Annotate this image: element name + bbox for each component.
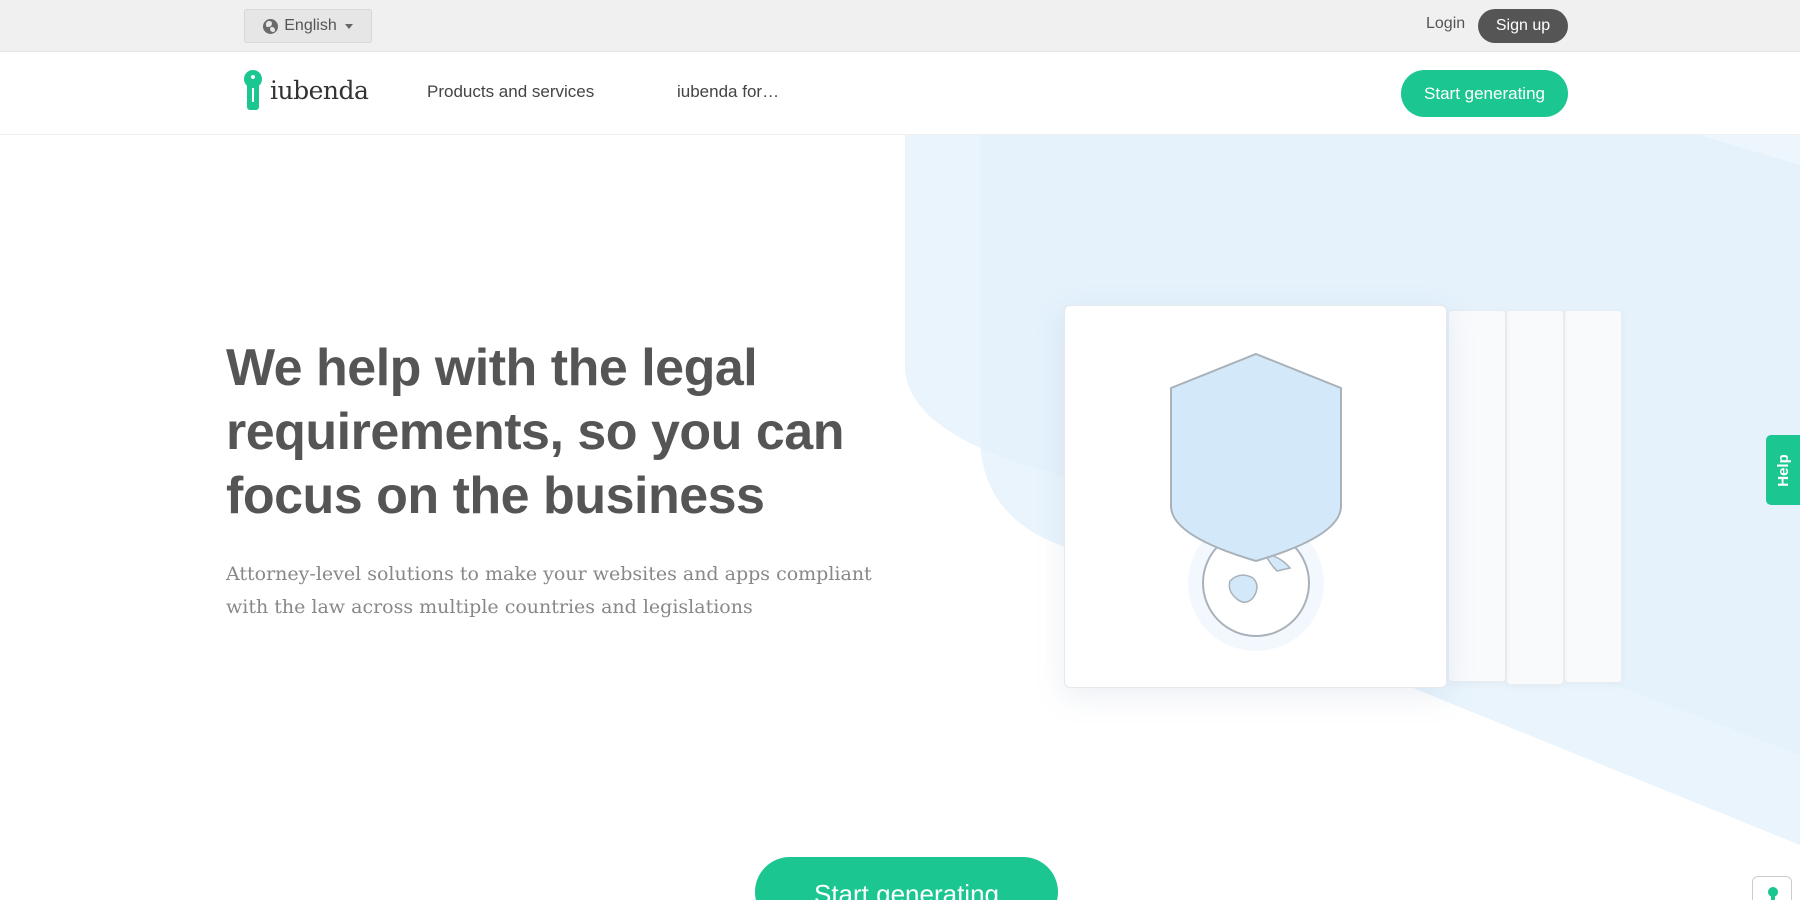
main-navbar: iubenda Products and services iubenda fo… [0, 52, 1800, 135]
globe-icon [263, 18, 279, 34]
shield-globe-illustration [1170, 352, 1342, 651]
caret-down-icon [344, 23, 353, 29]
signup-button[interactable]: Sign up [1478, 9, 1568, 43]
hero-subtitle: Attorney-level solutions to make your we… [226, 563, 872, 618]
start-generating-button-hero[interactable]: Start generating [755, 857, 1058, 900]
stacked-paper [1506, 310, 1564, 685]
stacked-paper [1564, 310, 1622, 683]
language-selector[interactable]: English [244, 9, 372, 43]
hero-title: We help with the legal requirements, so … [226, 339, 844, 525]
logo-text: iubenda [270, 75, 369, 105]
iubenda-logo-icon [244, 70, 262, 110]
language-label: English [284, 17, 337, 34]
iubenda-logo[interactable]: iubenda [244, 70, 369, 110]
nav-iubenda-for[interactable]: iubenda for… [677, 82, 779, 102]
nav-products-and-services[interactable]: Products and services [427, 82, 594, 102]
start-generating-button-nav[interactable]: Start generating [1401, 70, 1568, 117]
illustration-card [1064, 305, 1447, 688]
help-tab[interactable]: Help [1766, 435, 1800, 505]
shield-icon [1170, 352, 1342, 563]
top-utility-bar: English Login Sign up [0, 0, 1800, 52]
iubenda-badge-widget[interactable] [1752, 876, 1792, 900]
stacked-paper [1448, 310, 1506, 682]
login-link[interactable]: Login [1426, 15, 1465, 33]
help-tab-label: Help [1774, 453, 1792, 487]
